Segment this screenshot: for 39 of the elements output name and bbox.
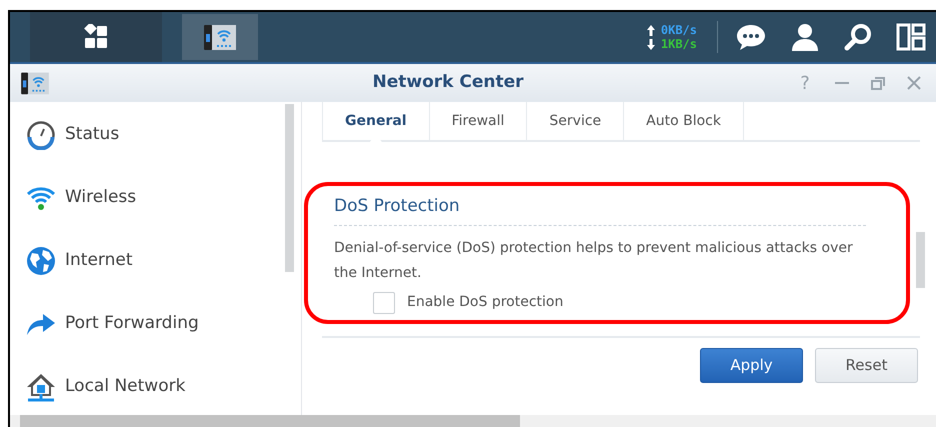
scrollbar-thumb[interactable] (916, 232, 925, 288)
download-rate: 1KB/s (660, 37, 697, 51)
sidebar-item[interactable]: Status (65, 122, 120, 148)
section-description: Denial-of-service (DoS) protection helps to prevent malicious attacks over the Internet. (334, 238, 854, 282)
tab[interactable]: Auto Block (624, 102, 744, 140)
upload-rate: 0KB/s (660, 23, 697, 37)
section-title: DoS Protection (334, 194, 866, 226)
router-icon (20, 70, 50, 96)
apps-icon (83, 24, 109, 50)
scrollbar-thumb[interactable] (20, 415, 520, 427)
widgets-icon[interactable] (896, 23, 926, 51)
search-icon[interactable] (844, 23, 872, 51)
window-title: Network Center (372, 71, 524, 94)
main-menu-button[interactable] (30, 12, 162, 62)
close-icon[interactable] (906, 75, 922, 91)
chat-icon[interactable] (736, 23, 766, 51)
tab[interactable]: Service (527, 102, 624, 140)
checkbox-label[interactable]: Enable DoS protection (407, 292, 564, 313)
scrollbar-thumb[interactable] (285, 104, 294, 272)
network-center-taskbar-button[interactable] (182, 14, 258, 60)
restore-icon[interactable] (870, 75, 886, 91)
tab[interactable]: General (322, 102, 430, 140)
gauge-icon (26, 120, 56, 150)
checkbox[interactable] (373, 292, 395, 314)
user-icon[interactable] (790, 22, 820, 52)
router-icon (203, 22, 237, 52)
sidebar-item[interactable]: Local Network (65, 374, 186, 400)
sidebar-item[interactable]: Port Forwarding (65, 310, 199, 336)
sidebar-item[interactable]: Wireless (65, 184, 136, 210)
apply-button[interactable]: Apply (700, 348, 803, 382)
sidebar-item[interactable]: Internet (65, 248, 133, 274)
tab[interactable]: Firewall (430, 102, 528, 140)
globe-icon (26, 246, 56, 276)
down-arrow-icon (646, 38, 655, 50)
reset-button[interactable]: Reset (815, 348, 918, 382)
wifi-icon (26, 184, 56, 210)
forward-arrow-icon (26, 312, 56, 336)
up-arrow-icon (646, 24, 655, 36)
house-network-icon (26, 372, 56, 402)
